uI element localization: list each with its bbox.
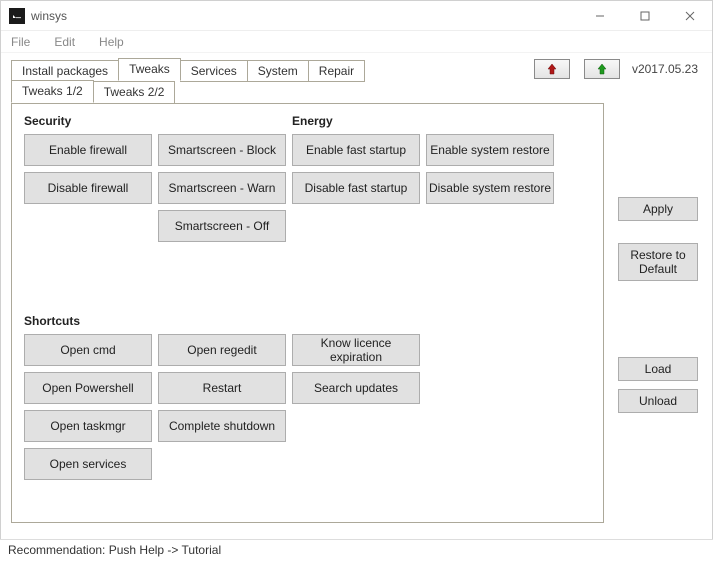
disable-fast-startup-button[interactable]: Disable fast startup <box>292 172 420 204</box>
status-bar: Recommendation: Push Help -> Tutorial <box>0 539 713 561</box>
tweaks-panel: Security Enable firewall Disable firewal… <box>11 103 604 523</box>
sub-tabs: Tweaks 1/2 Tweaks 2/2 <box>11 80 604 103</box>
menu-file[interactable]: File <box>5 33 36 51</box>
smartscreen-off-button[interactable]: Smartscreen - Off <box>158 210 286 242</box>
close-button[interactable] <box>667 1 712 31</box>
smartscreen-warn-button[interactable]: Smartscreen - Warn <box>158 172 286 204</box>
enable-system-restore-button[interactable]: Enable system restore <box>426 134 554 166</box>
open-services-button[interactable]: Open services <box>24 448 152 480</box>
side-buttons: Apply Restore to Default Load Unload <box>618 81 702 523</box>
version-label: v2017.05.23 <box>632 62 702 76</box>
tab-tweaks-1[interactable]: Tweaks 1/2 <box>11 80 94 103</box>
maximize-button[interactable] <box>622 1 667 31</box>
menu-edit[interactable]: Edit <box>48 33 81 51</box>
arrow-up-red-button[interactable] <box>534 59 570 79</box>
restart-button[interactable]: Restart <box>158 372 286 404</box>
titlebar: winsys <box>1 1 712 31</box>
open-cmd-button[interactable]: Open cmd <box>24 334 152 366</box>
unload-button[interactable]: Unload <box>618 389 698 413</box>
licence-expiration-button[interactable]: Know licence expiration <box>292 334 420 366</box>
smartscreen-block-button[interactable]: Smartscreen - Block <box>158 134 286 166</box>
open-taskmgr-button[interactable]: Open taskmgr <box>24 410 152 442</box>
restore-default-button[interactable]: Restore to Default <box>618 243 698 281</box>
menu-help[interactable]: Help <box>93 33 130 51</box>
shortcuts-heading: Shortcuts <box>24 314 591 328</box>
load-button[interactable]: Load <box>618 357 698 381</box>
main-tabs: Install packages Tweaks Services System … <box>11 57 364 81</box>
tab-tweaks[interactable]: Tweaks <box>118 58 181 81</box>
open-powershell-button[interactable]: Open Powershell <box>24 372 152 404</box>
top-row: Install packages Tweaks Services System … <box>1 53 712 81</box>
search-updates-button[interactable]: Search updates <box>292 372 420 404</box>
app-icon <box>9 8 25 24</box>
disable-system-restore-button[interactable]: Disable system restore <box>426 172 554 204</box>
tab-services[interactable]: Services <box>180 60 248 82</box>
complete-shutdown-button[interactable]: Complete shutdown <box>158 410 286 442</box>
enable-fast-startup-button[interactable]: Enable fast startup <box>292 134 420 166</box>
arrow-buttons <box>534 59 620 79</box>
open-regedit-button[interactable]: Open regedit <box>158 334 286 366</box>
window-title: winsys <box>31 9 67 23</box>
apply-button[interactable]: Apply <box>618 197 698 221</box>
tab-install-packages[interactable]: Install packages <box>11 60 119 82</box>
tab-repair[interactable]: Repair <box>308 60 365 82</box>
enable-firewall-button[interactable]: Enable firewall <box>24 134 152 166</box>
menubar: File Edit Help <box>1 31 712 53</box>
arrow-up-green-button[interactable] <box>584 59 620 79</box>
status-text: Recommendation: Push Help -> Tutorial <box>8 543 221 557</box>
security-heading: Security <box>24 114 292 128</box>
minimize-button[interactable] <box>577 1 622 31</box>
tab-system[interactable]: System <box>247 60 309 82</box>
disable-firewall-button[interactable]: Disable firewall <box>24 172 152 204</box>
tab-tweaks-2[interactable]: Tweaks 2/2 <box>93 81 176 104</box>
energy-heading: Energy <box>292 114 591 128</box>
